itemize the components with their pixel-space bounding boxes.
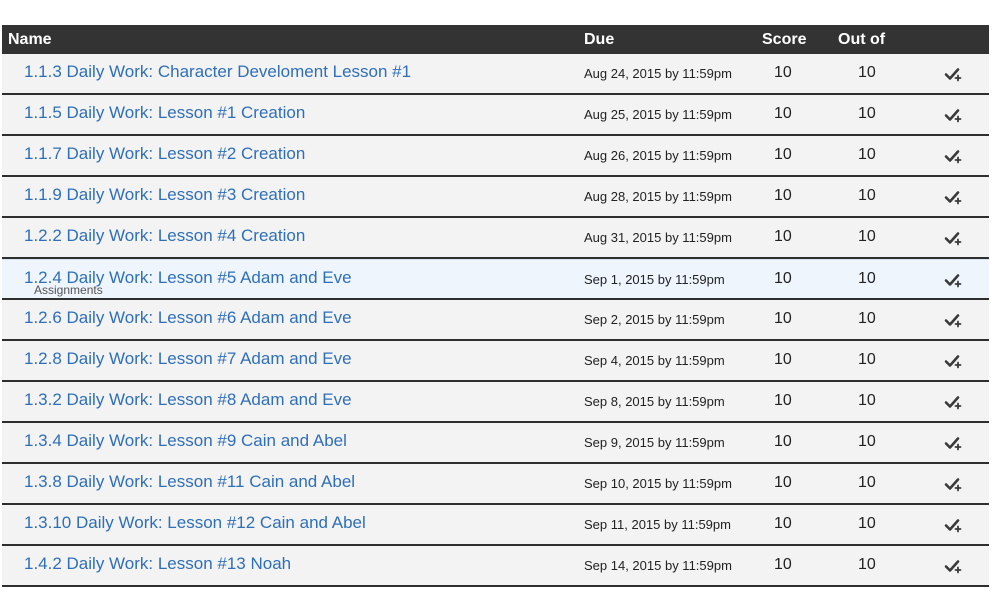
check-plus-icon[interactable] <box>944 271 962 289</box>
table-row: 1.3.8 Daily Work: Lesson #11 Cain and Ab… <box>2 464 989 505</box>
due-date: Aug 26, 2015 by 11:59pm <box>584 148 732 163</box>
check-plus-icon[interactable] <box>944 65 962 83</box>
due-date: Aug 31, 2015 by 11:59pm <box>584 230 732 245</box>
check-plus-icon[interactable] <box>944 516 962 534</box>
score-value: 10 <box>774 474 792 491</box>
score-value: 10 <box>774 105 792 122</box>
assignment-link[interactable]: 1.2.8 Daily Work: Lesson #7 Adam and Eve <box>24 349 352 369</box>
score-value: 10 <box>774 515 792 532</box>
check-plus-icon[interactable] <box>944 434 962 452</box>
column-header-name[interactable]: Name <box>8 31 52 49</box>
out-of-value: 10 <box>858 270 876 287</box>
due-date: Sep 1, 2015 by 11:59pm <box>584 272 725 287</box>
due-date: Sep 4, 2015 by 11:59pm <box>584 353 725 368</box>
assignment-link[interactable]: 1.1.5 Daily Work: Lesson #1 Creation <box>24 103 305 123</box>
table-row: 1.2.8 Daily Work: Lesson #7 Adam and Eve… <box>2 341 989 382</box>
assignment-link[interactable]: 1.2.6 Daily Work: Lesson #6 Adam and Eve <box>24 308 352 328</box>
out-of-value: 10 <box>858 556 876 573</box>
check-plus-icon[interactable] <box>944 106 962 124</box>
out-of-value: 10 <box>858 64 876 81</box>
out-of-value: 10 <box>858 187 876 204</box>
score-value: 10 <box>774 351 792 368</box>
table-row: 1.2.2 Daily Work: Lesson #4 Creation Aug… <box>2 218 989 259</box>
assignment-link[interactable]: 1.1.7 Daily Work: Lesson #2 Creation <box>24 144 305 164</box>
check-plus-icon[interactable] <box>944 393 962 411</box>
due-date: Sep 10, 2015 by 11:59pm <box>584 476 732 491</box>
score-value: 10 <box>774 433 792 450</box>
table-row: 1.1.9 Daily Work: Lesson #3 Creation Aug… <box>2 177 989 218</box>
due-date: Sep 11, 2015 by 11:59pm <box>584 517 731 532</box>
score-value: 10 <box>774 556 792 573</box>
check-plus-icon[interactable] <box>944 557 962 575</box>
due-date: Aug 28, 2015 by 11:59pm <box>584 189 732 204</box>
table-body: 1.1.3 Daily Work: Character Develoment L… <box>2 54 989 587</box>
check-plus-icon[interactable] <box>944 188 962 206</box>
due-date: Aug 24, 2015 by 11:59pm <box>584 66 732 81</box>
score-value: 10 <box>774 270 792 287</box>
due-date: Sep 2, 2015 by 11:59pm <box>584 312 725 327</box>
assignment-link[interactable]: 1.2.2 Daily Work: Lesson #4 Creation <box>24 226 305 246</box>
table-row: 1.3.10 Daily Work: Lesson #12 Cain and A… <box>2 505 989 546</box>
due-date: Sep 9, 2015 by 11:59pm <box>584 435 725 450</box>
check-plus-icon[interactable] <box>944 475 962 493</box>
due-date: Sep 14, 2015 by 11:59pm <box>584 558 732 573</box>
table-row: 1.1.3 Daily Work: Character Develoment L… <box>2 54 989 95</box>
assignment-link[interactable]: 1.3.8 Daily Work: Lesson #11 Cain and Ab… <box>24 472 355 492</box>
score-value: 10 <box>774 146 792 163</box>
out-of-value: 10 <box>858 392 876 409</box>
out-of-value: 10 <box>858 515 876 532</box>
assignment-link[interactable]: 1.3.4 Daily Work: Lesson #9 Cain and Abe… <box>24 431 347 451</box>
score-value: 10 <box>774 187 792 204</box>
hover-tooltip: Assignments <box>34 283 103 297</box>
assignment-link[interactable]: 1.4.2 Daily Work: Lesson #13 Noah <box>24 554 291 574</box>
out-of-value: 10 <box>858 228 876 245</box>
table-row: 1.3.2 Daily Work: Lesson #8 Adam and Eve… <box>2 382 989 423</box>
assignment-link[interactable]: 1.3.2 Daily Work: Lesson #8 Adam and Eve <box>24 390 352 410</box>
assignment-link[interactable]: 1.1.3 Daily Work: Character Develoment L… <box>24 62 411 82</box>
out-of-value: 10 <box>858 433 876 450</box>
grades-table: Name Due Score Out of 1.1.3 Daily Work: … <box>2 25 989 587</box>
column-header-out-of[interactable]: Out of <box>838 31 885 49</box>
table-row: 1.1.7 Daily Work: Lesson #2 Creation Aug… <box>2 136 989 177</box>
due-date: Aug 25, 2015 by 11:59pm <box>584 107 732 122</box>
table-row: 1.4.2 Daily Work: Lesson #13 Noah Sep 14… <box>2 546 989 587</box>
assignment-link[interactable]: 1.1.9 Daily Work: Lesson #3 Creation <box>24 185 305 205</box>
table-row: 1.2.6 Daily Work: Lesson #6 Adam and Eve… <box>2 300 989 341</box>
due-date: Sep 8, 2015 by 11:59pm <box>584 394 725 409</box>
table-header: Name Due Score Out of <box>2 25 989 54</box>
out-of-value: 10 <box>858 351 876 368</box>
table-row: 1.3.4 Daily Work: Lesson #9 Cain and Abe… <box>2 423 989 464</box>
score-value: 10 <box>774 64 792 81</box>
table-row: 1.2.4 Daily Work: Lesson #5 Adam and Eve… <box>2 259 989 300</box>
check-plus-icon[interactable] <box>944 229 962 247</box>
check-plus-icon[interactable] <box>944 147 962 165</box>
score-value: 10 <box>774 310 792 327</box>
out-of-value: 10 <box>858 310 876 327</box>
column-header-score[interactable]: Score <box>762 31 806 49</box>
out-of-value: 10 <box>858 105 876 122</box>
out-of-value: 10 <box>858 146 876 163</box>
column-header-due[interactable]: Due <box>584 31 614 49</box>
check-plus-icon[interactable] <box>944 311 962 329</box>
table-row: 1.1.5 Daily Work: Lesson #1 Creation Aug… <box>2 95 989 136</box>
check-plus-icon[interactable] <box>944 352 962 370</box>
score-value: 10 <box>774 228 792 245</box>
assignment-link[interactable]: 1.3.10 Daily Work: Lesson #12 Cain and A… <box>24 513 366 533</box>
score-value: 10 <box>774 392 792 409</box>
out-of-value: 10 <box>858 474 876 491</box>
